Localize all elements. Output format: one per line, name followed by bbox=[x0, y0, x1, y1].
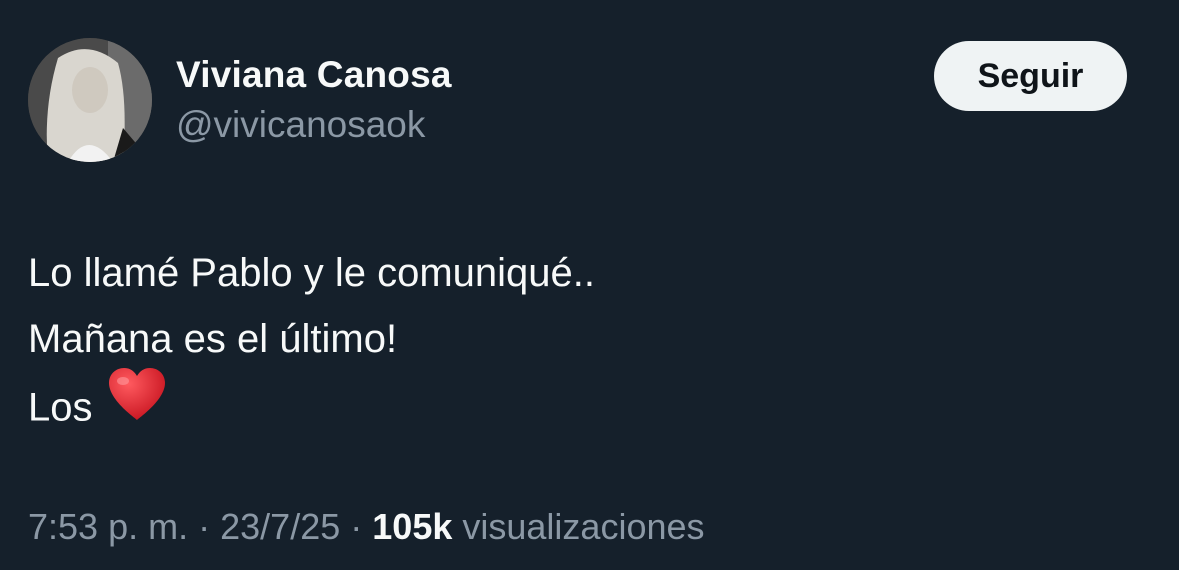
meta-separator: · bbox=[198, 506, 211, 547]
tweet-line-with-emoji: Los bbox=[28, 368, 595, 438]
tweet-line-text: Los bbox=[28, 385, 93, 430]
red-heart-icon bbox=[107, 366, 167, 442]
tweet-line: Mañana es el último! bbox=[28, 317, 398, 361]
avatar[interactable] bbox=[28, 38, 152, 162]
follow-button[interactable]: Seguir bbox=[934, 41, 1127, 111]
tweet-date[interactable]: 23/7/25 bbox=[220, 506, 340, 547]
tweet-metadata: 7:53 p. m. · 23/7/25 · 105k visualizacio… bbox=[28, 506, 705, 548]
author-handle[interactable]: @vivicanosaok bbox=[176, 104, 425, 146]
tweet-time[interactable]: 7:53 p. m. bbox=[28, 506, 188, 547]
tweet-text: Lo llamé Pablo y le comuniqué.. Mañana e… bbox=[28, 240, 595, 438]
views-count[interactable]: 105k bbox=[372, 506, 452, 547]
meta-separator: · bbox=[350, 506, 363, 547]
views-label[interactable]: visualizaciones bbox=[462, 506, 704, 547]
author-display-name[interactable]: Viviana Canosa bbox=[176, 54, 452, 96]
tweet-card: Viviana Canosa @vivicanosaok Seguir Lo l… bbox=[0, 0, 1179, 570]
tweet-line: Lo llamé Pablo y le comuniqué.. bbox=[28, 251, 595, 295]
profile-photo-icon bbox=[28, 38, 152, 162]
